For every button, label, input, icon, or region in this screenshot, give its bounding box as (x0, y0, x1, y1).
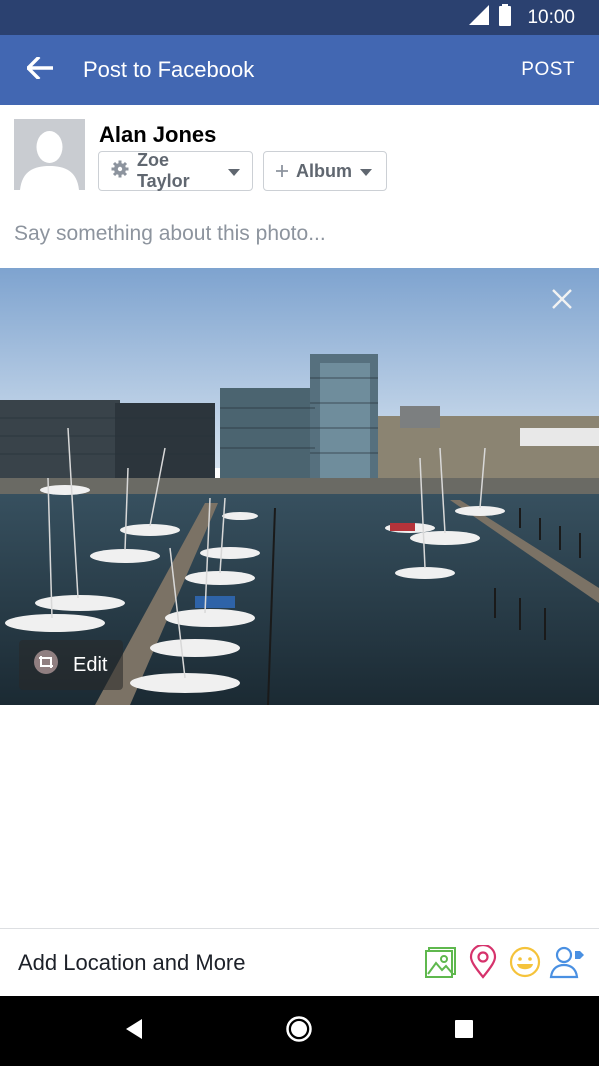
default-avatar-icon (14, 119, 85, 190)
back-button[interactable] (22, 55, 58, 85)
app-bar: Post to Facebook POST (0, 35, 599, 105)
signal-icon (469, 5, 490, 30)
nav-recents-button[interactable] (446, 1013, 482, 1049)
crop-icon (33, 650, 59, 680)
status-time: 10:00 (527, 6, 575, 28)
back-arrow-icon (25, 55, 54, 84)
edit-photo-button[interactable]: Edit (19, 640, 123, 690)
circle-home-icon (285, 1015, 313, 1048)
post-button[interactable]: POST (521, 35, 575, 105)
battery-icon (499, 4, 512, 31)
action-icons (423, 944, 585, 980)
avatar (14, 119, 85, 190)
caption-input[interactable] (14, 218, 584, 250)
remove-photo-button[interactable] (547, 286, 577, 316)
chevron-down-icon (360, 161, 372, 182)
edit-label: Edit (73, 653, 108, 676)
status-bar: 10:00 (0, 0, 599, 35)
privacy-selector[interactable]: Zoe Taylor (98, 150, 253, 191)
system-nav-bar (0, 996, 599, 1066)
tag-people-icon[interactable] (549, 944, 585, 980)
album-selector[interactable]: Album (263, 151, 387, 191)
gear-icon (111, 160, 129, 183)
page-title: Post to Facebook (83, 57, 255, 82)
nav-home-button[interactable] (281, 1013, 317, 1049)
privacy-label: Zoe Taylor (137, 150, 190, 191)
add-location-button[interactable]: Add Location and More (18, 929, 246, 997)
album-label: Album (296, 160, 352, 181)
triangle-back-icon (124, 1018, 144, 1045)
feeling-icon[interactable] (507, 944, 543, 980)
status-icons: 10:00 (469, 0, 575, 35)
nav-back-button[interactable] (116, 1013, 152, 1049)
square-recents-icon (454, 1019, 474, 1044)
user-name: Alan Jones (99, 122, 217, 147)
photo-icon[interactable] (423, 944, 459, 980)
bottom-action-bar: Add Location and More (0, 928, 599, 996)
location-pin-icon[interactable] (465, 944, 501, 980)
chevron-down-icon (228, 161, 240, 182)
close-icon (551, 288, 573, 315)
plus-icon (276, 161, 288, 182)
